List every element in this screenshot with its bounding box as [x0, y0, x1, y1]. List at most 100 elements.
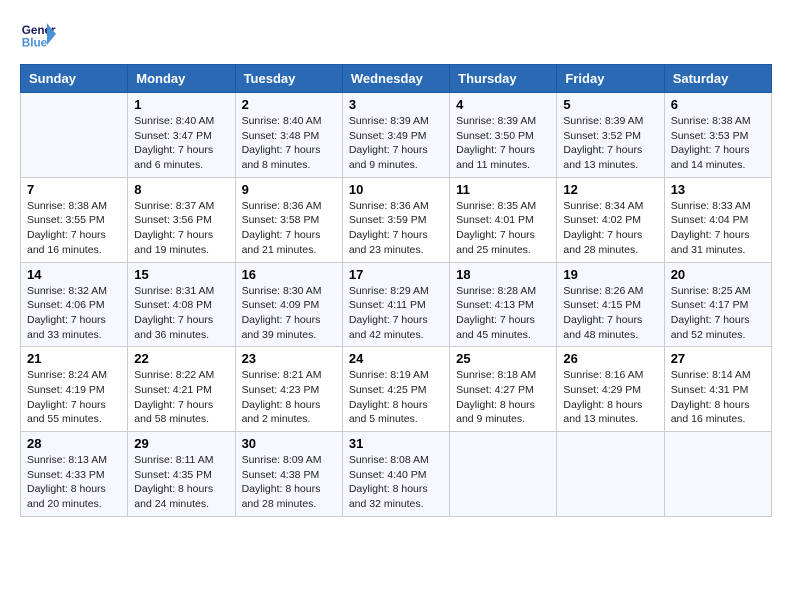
day-number: 28 [27, 436, 121, 451]
calendar-cell: 7 Sunrise: 8:38 AM Sunset: 3:55 PM Daylig… [21, 177, 128, 262]
col-header-thursday: Thursday [450, 65, 557, 93]
day-info: Sunrise: 8:39 AM Sunset: 3:52 PM Dayligh… [563, 114, 657, 173]
calendar-cell: 17 Sunrise: 8:29 AM Sunset: 4:11 PM Dayli… [342, 262, 449, 347]
calendar-cell: 11Sunrise: 8:35 AM Sunset: 4:01 PM Dayli… [450, 177, 557, 262]
day-number: 29 [134, 436, 228, 451]
day-info: Sunrise: 8:25 AM Sunset: 4:17 PM Dayligh… [671, 284, 765, 343]
calendar-cell: 5Sunrise: 8:39 AM Sunset: 3:52 PM Daylig… [557, 93, 664, 178]
day-info: Sunrise: 8:09 AM Sunset: 4:38 PM Dayligh… [242, 453, 336, 512]
day-info: Sunrise: 8:18 AM Sunset: 4:27 PM Dayligh… [456, 368, 550, 427]
day-info: Sunrise: 8:39 AM Sunset: 3:49 PM Dayligh… [349, 114, 443, 173]
day-info: Sunrise: 8:26 AM Sunset: 4:15 PM Dayligh… [563, 284, 657, 343]
day-number: 21 [27, 351, 121, 366]
day-number: 27 [671, 351, 765, 366]
calendar-cell: 10 Sunrise: 8:36 AM Sunset: 3:59 PM Dayli… [342, 177, 449, 262]
day-number: 23 [242, 351, 336, 366]
calendar-cell: 25 Sunrise: 8:18 AM Sunset: 4:27 PM Dayli… [450, 347, 557, 432]
day-info: Sunrise: 8:29 AM Sunset: 4:11 PM Dayligh… [349, 284, 443, 343]
day-info: Sunrise: 8:38 AM Sunset: 3:53 PM Dayligh… [671, 114, 765, 173]
calendar-cell: 26 Sunrise: 8:16 AM Sunset: 4:29 PM Dayli… [557, 347, 664, 432]
header-row: SundayMondayTuesdayWednesdayThursdayFrid… [21, 65, 772, 93]
logo-icon: General Blue [20, 16, 56, 52]
calendar-cell: 14 Sunrise: 8:32 AM Sunset: 4:06 PM Dayli… [21, 262, 128, 347]
svg-text:Blue: Blue [22, 37, 48, 50]
day-number: 6 [671, 97, 765, 112]
day-number: 25 [456, 351, 550, 366]
page-header: General Blue [20, 16, 772, 52]
col-header-saturday: Saturday [664, 65, 771, 93]
calendar-cell: 30 Sunrise: 8:09 AM Sunset: 4:38 PM Dayli… [235, 432, 342, 517]
calendar-cell: 15 Sunrise: 8:31 AM Sunset: 4:08 PM Dayli… [128, 262, 235, 347]
calendar-cell: 22Sunrise: 8:22 AM Sunset: 4:21 PM Dayli… [128, 347, 235, 432]
day-number: 10 [349, 182, 443, 197]
calendar-cell [21, 93, 128, 178]
logo: General Blue [20, 16, 56, 52]
calendar-cell: 13 Sunrise: 8:33 AM Sunset: 4:04 PM Dayli… [664, 177, 771, 262]
day-number: 8 [134, 182, 228, 197]
day-number: 30 [242, 436, 336, 451]
day-info: Sunrise: 8:19 AM Sunset: 4:25 PM Dayligh… [349, 368, 443, 427]
col-header-wednesday: Wednesday [342, 65, 449, 93]
day-info: Sunrise: 8:36 AM Sunset: 3:59 PM Dayligh… [349, 199, 443, 258]
day-info: Sunrise: 8:14 AM Sunset: 4:31 PM Dayligh… [671, 368, 765, 427]
day-number: 31 [349, 436, 443, 451]
day-info: Sunrise: 8:32 AM Sunset: 4:06 PM Dayligh… [27, 284, 121, 343]
calendar-cell: 27 Sunrise: 8:14 AM Sunset: 4:31 PM Dayli… [664, 347, 771, 432]
week-row: 7 Sunrise: 8:38 AM Sunset: 3:55 PM Daylig… [21, 177, 772, 262]
calendar-cell [450, 432, 557, 517]
day-number: 16 [242, 267, 336, 282]
calendar-cell: 23 Sunrise: 8:21 AM Sunset: 4:23 PM Dayli… [235, 347, 342, 432]
day-info: Sunrise: 8:34 AM Sunset: 4:02 PM Dayligh… [563, 199, 657, 258]
calendar-cell: 21 Sunrise: 8:24 AM Sunset: 4:19 PM Dayli… [21, 347, 128, 432]
calendar-cell: 19 Sunrise: 8:26 AM Sunset: 4:15 PM Dayli… [557, 262, 664, 347]
day-info: Sunrise: 8:40 AM Sunset: 3:48 PM Dayligh… [242, 114, 336, 173]
week-row: 28Sunrise: 8:13 AM Sunset: 4:33 PM Dayli… [21, 432, 772, 517]
week-row: 1 Sunrise: 8:40 AM Sunset: 3:47 PM Daylig… [21, 93, 772, 178]
day-number: 26 [563, 351, 657, 366]
day-number: 14 [27, 267, 121, 282]
day-number: 17 [349, 267, 443, 282]
calendar-cell: 9 Sunrise: 8:36 AM Sunset: 3:58 PM Daylig… [235, 177, 342, 262]
calendar-cell: 18 Sunrise: 8:28 AM Sunset: 4:13 PM Dayli… [450, 262, 557, 347]
calendar-table: SundayMondayTuesdayWednesdayThursdayFrid… [20, 64, 772, 517]
calendar-cell [664, 432, 771, 517]
day-info: Sunrise: 8:28 AM Sunset: 4:13 PM Dayligh… [456, 284, 550, 343]
day-number: 22 [134, 351, 228, 366]
day-number: 20 [671, 267, 765, 282]
calendar-cell: 6 Sunrise: 8:38 AM Sunset: 3:53 PM Daylig… [664, 93, 771, 178]
day-number: 4 [456, 97, 550, 112]
calendar-cell: 28Sunrise: 8:13 AM Sunset: 4:33 PM Dayli… [21, 432, 128, 517]
day-number: 24 [349, 351, 443, 366]
day-info: Sunrise: 8:39 AM Sunset: 3:50 PM Dayligh… [456, 114, 550, 173]
day-number: 18 [456, 267, 550, 282]
calendar-cell: 3Sunrise: 8:39 AM Sunset: 3:49 PM Daylig… [342, 93, 449, 178]
day-info: Sunrise: 8:33 AM Sunset: 4:04 PM Dayligh… [671, 199, 765, 258]
day-info: Sunrise: 8:36 AM Sunset: 3:58 PM Dayligh… [242, 199, 336, 258]
day-number: 15 [134, 267, 228, 282]
calendar-cell: 29Sunrise: 8:11 AM Sunset: 4:35 PM Dayli… [128, 432, 235, 517]
day-number: 7 [27, 182, 121, 197]
day-number: 13 [671, 182, 765, 197]
day-number: 9 [242, 182, 336, 197]
day-number: 1 [134, 97, 228, 112]
day-info: Sunrise: 8:16 AM Sunset: 4:29 PM Dayligh… [563, 368, 657, 427]
calendar-cell: 24 Sunrise: 8:19 AM Sunset: 4:25 PM Dayli… [342, 347, 449, 432]
calendar-cell: 1 Sunrise: 8:40 AM Sunset: 3:47 PM Daylig… [128, 93, 235, 178]
calendar-cell: 20 Sunrise: 8:25 AM Sunset: 4:17 PM Dayli… [664, 262, 771, 347]
day-info: Sunrise: 8:37 AM Sunset: 3:56 PM Dayligh… [134, 199, 228, 258]
col-header-sunday: Sunday [21, 65, 128, 93]
day-number: 19 [563, 267, 657, 282]
day-info: Sunrise: 8:35 AM Sunset: 4:01 PM Dayligh… [456, 199, 550, 258]
calendar-cell: 31 Sunrise: 8:08 AM Sunset: 4:40 PM Dayli… [342, 432, 449, 517]
calendar-cell: 8 Sunrise: 8:37 AM Sunset: 3:56 PM Daylig… [128, 177, 235, 262]
day-info: Sunrise: 8:31 AM Sunset: 4:08 PM Dayligh… [134, 284, 228, 343]
calendar-cell: 16Sunrise: 8:30 AM Sunset: 4:09 PM Dayli… [235, 262, 342, 347]
week-row: 21 Sunrise: 8:24 AM Sunset: 4:19 PM Dayli… [21, 347, 772, 432]
day-info: Sunrise: 8:40 AM Sunset: 3:47 PM Dayligh… [134, 114, 228, 173]
day-info: Sunrise: 8:21 AM Sunset: 4:23 PM Dayligh… [242, 368, 336, 427]
calendar-cell: 4 Sunrise: 8:39 AM Sunset: 3:50 PM Daylig… [450, 93, 557, 178]
day-info: Sunrise: 8:38 AM Sunset: 3:55 PM Dayligh… [27, 199, 121, 258]
day-info: Sunrise: 8:24 AM Sunset: 4:19 PM Dayligh… [27, 368, 121, 427]
day-info: Sunrise: 8:08 AM Sunset: 4:40 PM Dayligh… [349, 453, 443, 512]
col-header-monday: Monday [128, 65, 235, 93]
